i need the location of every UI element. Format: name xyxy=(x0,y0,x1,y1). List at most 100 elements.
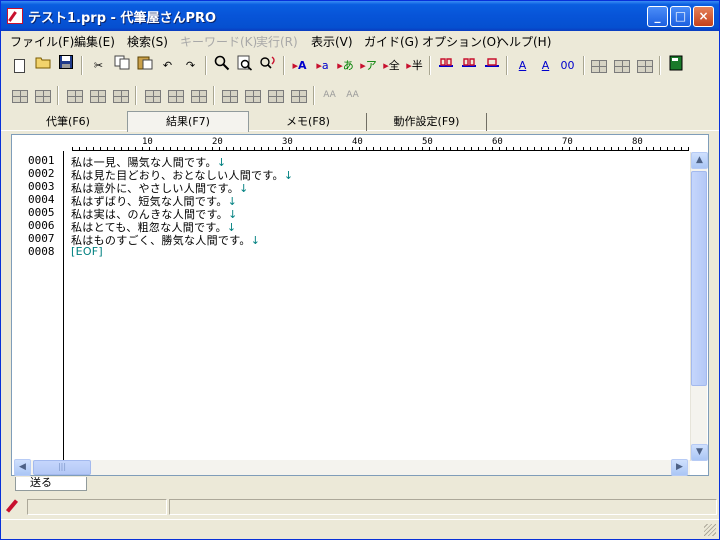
line-number: 0003 xyxy=(28,180,55,193)
ruler-mark: 20 xyxy=(212,137,224,147)
insert-mark-3-icon[interactable] xyxy=(481,55,502,76)
return-mark: ↓ xyxy=(283,169,294,182)
grid-tool-8-icon xyxy=(242,85,263,106)
convert-halfwidth-icon[interactable]: ▸半 xyxy=(404,55,425,76)
disabled-tool-2-icon xyxy=(32,85,53,106)
menu-guide[interactable]: ガイド(G) xyxy=(364,33,419,50)
convert-katakana-icon[interactable]: ▸ア xyxy=(358,55,379,76)
ruler-mark: 70 xyxy=(562,137,574,147)
vertical-scroll-thumb[interactable] xyxy=(691,171,707,386)
undo-icon[interactable]: ↶ xyxy=(157,55,178,76)
menu-bar: ファイル(F) 編集(E) 検索(S) キーワード(K) 実行(R) 表示(V)… xyxy=(1,31,719,50)
convert-lower-icon[interactable]: ▸a xyxy=(312,55,333,76)
tab-result[interactable]: 結果(F7) xyxy=(127,111,249,132)
paste-icon[interactable] xyxy=(134,55,155,76)
menu-keyword[interactable]: キーワード(K) xyxy=(180,33,257,50)
convert-hiragana-icon[interactable]: ▸あ xyxy=(335,55,356,76)
menu-view[interactable]: 表示(V) xyxy=(311,33,353,50)
window-title: テスト1.prp - 代筆屋さんPRO xyxy=(28,11,217,26)
grid-tool-10-icon xyxy=(288,85,309,106)
table-disabled-3-icon xyxy=(634,55,655,76)
vertical-scrollbar[interactable]: ▲ ▼ xyxy=(690,152,708,461)
cut-scissors-icon[interactable]: ✂ xyxy=(88,55,109,76)
underline-a-icon[interactable]: A xyxy=(512,55,533,76)
font-size-2-icon: AA xyxy=(346,90,359,100)
line-number: 0004 xyxy=(28,193,55,206)
menu-file[interactable]: ファイル(F) xyxy=(10,33,74,50)
ruler-mark: 50 xyxy=(422,137,434,147)
grid-tool-7-icon xyxy=(219,85,240,106)
tab-daihitsu[interactable]: 代筆(F6) xyxy=(9,113,128,131)
send-tab[interactable]: 送る xyxy=(15,477,87,491)
result-editor[interactable]: 10 20 30 40 50 60 70 80 0001 0002 0003 0… xyxy=(11,134,709,476)
scroll-up-icon[interactable]: ▲ xyxy=(691,152,708,169)
resize-grip-icon[interactable] xyxy=(704,524,716,536)
maximize-button[interactable]: □ xyxy=(670,6,691,27)
edit-pencil-icon xyxy=(5,499,19,513)
status-bar xyxy=(1,495,719,517)
ruler-mark: 60 xyxy=(492,137,504,147)
book-icon[interactable] xyxy=(665,55,686,76)
horizontal-scroll-thumb[interactable]: ||| xyxy=(33,460,91,475)
minimize-button[interactable]: _ xyxy=(647,6,668,27)
line-number: 0008 xyxy=(28,245,55,258)
return-mark: ↓ xyxy=(239,182,249,195)
table-disabled-2-icon xyxy=(611,55,632,76)
open-folder-icon[interactable] xyxy=(32,55,53,76)
status-bar-lower xyxy=(1,519,719,539)
grid-tool-9-icon xyxy=(265,85,286,106)
ruler-mark: 30 xyxy=(282,137,294,147)
underline-a2-icon[interactable]: A xyxy=(535,55,556,76)
tab-memo[interactable]: メモ(F8) xyxy=(250,113,367,131)
return-mark: ↓ xyxy=(250,234,261,247)
line-number: 0007 xyxy=(28,232,55,245)
status-pane-2 xyxy=(169,499,717,515)
convert-fullwidth-icon[interactable]: ▸全 xyxy=(381,55,402,76)
grid-tool-6-icon xyxy=(188,85,209,106)
table-disabled-1-icon xyxy=(588,55,609,76)
convert-alpha-icon[interactable]: ▸A xyxy=(289,55,310,76)
menu-help[interactable]: ヘルプ(H) xyxy=(497,33,551,50)
main-toolbar: ✂ ↶ ↷ ▸A ▸a ▸あ ▸ア ▸全 ▸半 A A 00 xyxy=(1,53,719,79)
grid-tool-3-icon xyxy=(110,85,131,106)
grid-tool-4-icon xyxy=(142,85,163,106)
menu-run[interactable]: 実行(R) xyxy=(256,33,298,50)
save-disk-icon[interactable] xyxy=(55,55,76,76)
redo-icon[interactable]: ↷ xyxy=(180,55,201,76)
horizontal-scrollbar[interactable]: ◀ ||| ▶ xyxy=(14,459,690,476)
line-number: 0006 xyxy=(28,219,55,232)
new-file-icon[interactable] xyxy=(9,55,30,76)
app-pencil-icon[interactable] xyxy=(7,8,23,24)
line-number: 0001 xyxy=(28,154,55,167)
tab-settings[interactable]: 動作設定(F9) xyxy=(367,113,487,131)
column-ruler: 10 20 30 40 50 60 70 80 xyxy=(72,137,689,151)
ruler-mark: 40 xyxy=(352,137,364,147)
disabled-tool-1-icon xyxy=(9,85,30,106)
find-icon[interactable] xyxy=(211,55,232,76)
grid-tool-1-icon xyxy=(64,85,85,106)
menu-options[interactable]: オプション(O) xyxy=(422,33,501,50)
send-tab-label: 送る xyxy=(30,477,52,489)
replace-icon[interactable] xyxy=(257,55,278,76)
ruler-mark: 10 xyxy=(142,137,154,147)
line-number: 0005 xyxy=(28,206,55,219)
title-bar[interactable]: テスト1.prp - 代筆屋さんPRO _ □ × xyxy=(1,1,719,31)
copy-icon[interactable] xyxy=(111,55,132,76)
find-next-icon[interactable] xyxy=(234,55,255,76)
close-button[interactable]: × xyxy=(693,6,714,27)
secondary-toolbar: AA AA xyxy=(1,83,719,109)
font-size-1-icon: AA xyxy=(323,90,336,100)
eof-marker: [EOF] xyxy=(71,245,104,258)
ruler-mark: 80 xyxy=(632,137,644,147)
app-window: テスト1.prp - 代筆屋さんPRO _ □ × ファイル(F) 編集(E) … xyxy=(0,0,720,540)
number-format-icon[interactable]: 00 xyxy=(557,55,578,76)
menu-edit[interactable]: 編集(E) xyxy=(74,33,115,50)
menu-search[interactable]: 検索(S) xyxy=(127,33,168,50)
scroll-right-icon[interactable]: ▶ xyxy=(671,459,688,476)
insert-mark-2-icon[interactable] xyxy=(458,55,479,76)
line-number: 0002 xyxy=(28,167,55,180)
insert-mark-1-icon[interactable] xyxy=(435,55,456,76)
scroll-left-icon[interactable]: ◀ xyxy=(14,459,31,476)
scroll-down-icon[interactable]: ▼ xyxy=(691,444,708,461)
view-tab-bar: 代筆(F6) 結果(F7) メモ(F8) 動作設定(F9) xyxy=(1,111,719,132)
